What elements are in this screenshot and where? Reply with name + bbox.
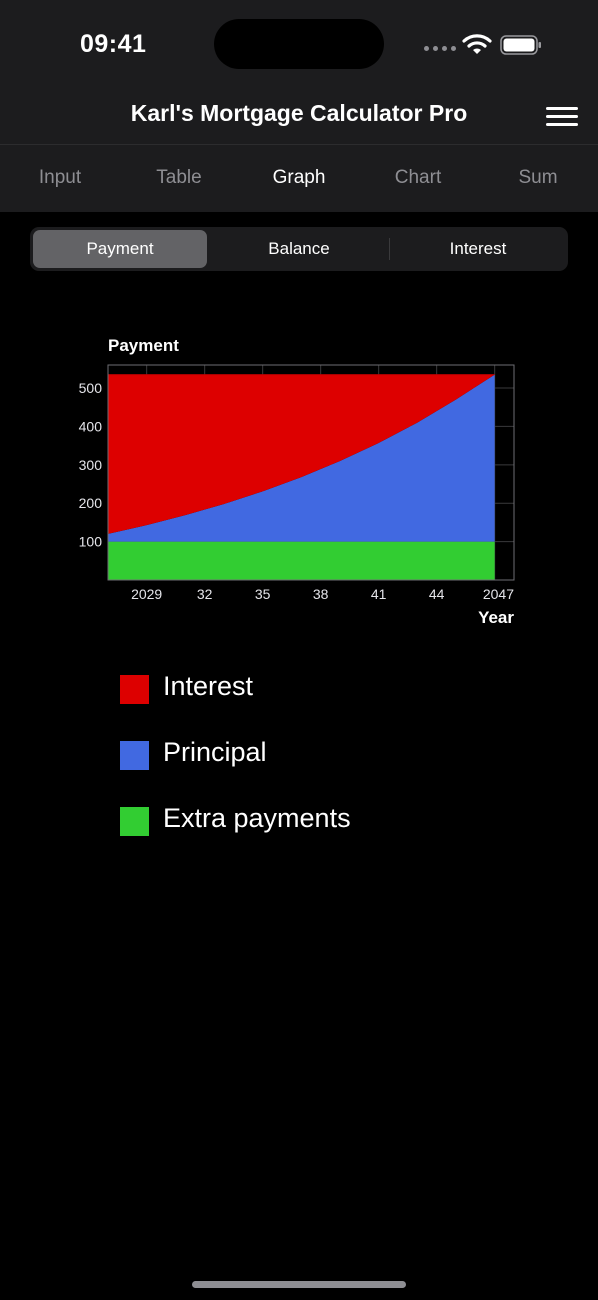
legend-swatch-extra-payments [120,807,149,836]
y-tick-label-300: 300 [79,457,103,473]
y-tick-label-400: 400 [79,418,103,434]
x-tick-label-2041: 41 [371,586,387,602]
x-tick-label-2032: 32 [197,586,213,602]
y-tick-label-100: 100 [79,534,103,550]
x-tick-label-2038: 38 [313,586,329,602]
legend-label-principal: Principal [163,737,267,767]
legend-swatch-interest [120,675,149,704]
area-extra-payments [108,541,495,580]
x-tick-label-2035: 35 [255,586,271,602]
legend-label-interest: Interest [163,671,254,701]
legend-label-extra-payments: Extra payments [163,803,351,833]
y-tick-label-200: 200 [79,495,103,511]
home-indicator [192,1281,406,1288]
x-tick-label-2044: 44 [429,586,445,602]
x-axis-label: Year [478,608,514,627]
x-tick-label-2047: 2047 [483,586,514,602]
y-tick-label-500: 500 [79,380,103,396]
x-tick-label-2029: 2029 [131,586,162,602]
legend-swatch-principal [120,741,149,770]
payment-area-chart: 100 200 300 400 500 2029 32 35 38 41 44 2047 [79,364,515,602]
